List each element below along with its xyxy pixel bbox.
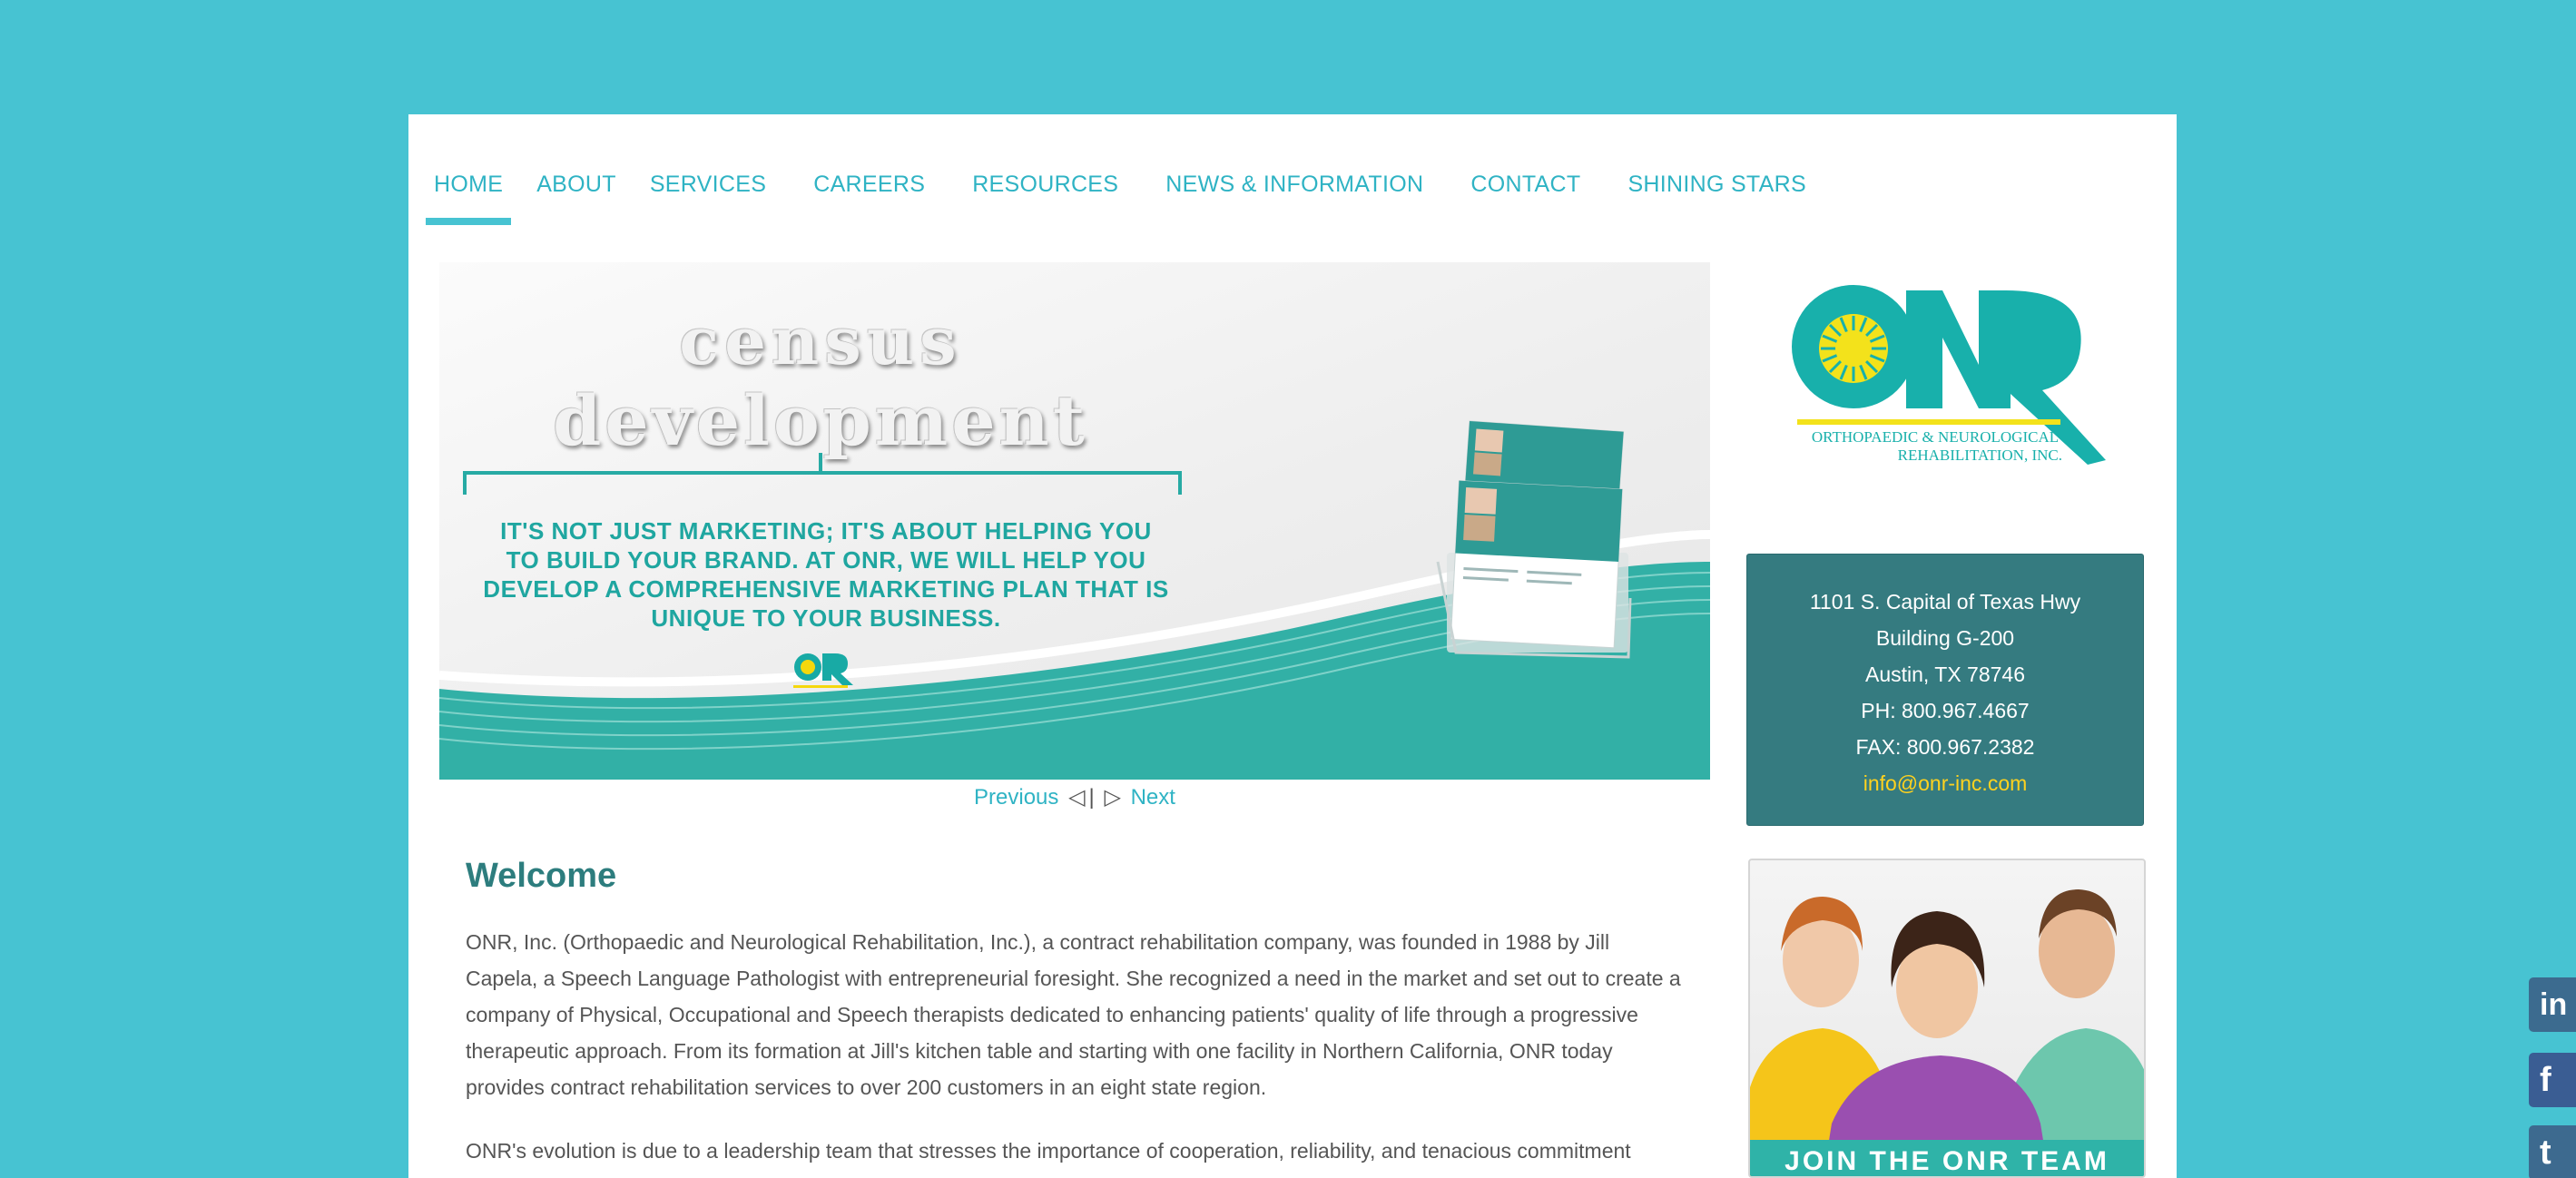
nav-careers[interactable]: CAREERS: [805, 171, 933, 225]
linkedin-icon[interactable]: in: [2529, 977, 2576, 1032]
slider-next-link[interactable]: Next: [1131, 785, 1175, 810]
nav-home[interactable]: HOME: [426, 171, 512, 225]
welcome-heading: Welcome: [466, 857, 617, 895]
address-line2: Building G-200: [1875, 626, 2015, 650]
slider-separator: |: [1088, 785, 1095, 810]
onr-logo[interactable]: ORTHOPAEDIC & NEUROLOGICAL REHABILITATIO…: [1788, 283, 2115, 474]
logo-line1: ORTHOPAEDIC & NEUROLOGICAL: [1812, 428, 2059, 446]
email-link[interactable]: info@onr-inc.com: [1747, 765, 2143, 801]
slider-previous-link[interactable]: Previous: [974, 785, 1058, 810]
team-photo: [1750, 889, 2144, 1176]
hero-slider[interactable]: census development IT'S NOT JUST MARKETI…: [439, 262, 1710, 780]
slide-title-line1: census: [679, 302, 962, 379]
onr-mini-logo: [793, 653, 853, 688]
bracket-stem: [819, 453, 822, 473]
join-team-text: JOIN THE ONR TEAM: [1750, 1140, 2144, 1176]
join-team-banner[interactable]: JOIN THE ONR TEAM: [1748, 859, 2146, 1178]
slider-controls: Previous ◁ | ▷ Next: [439, 784, 1710, 810]
address-line3: Austin, TX 78746: [1864, 663, 2026, 686]
slide-body-text: IT'S NOT JUST MARKETING; IT'S ABOUT HELP…: [483, 517, 1169, 632]
welcome-paragraph-2: ONR's evolution is due to a leadership t…: [466, 1139, 1631, 1163]
nav-shining-stars[interactable]: SHINING STARS: [1619, 171, 1814, 225]
address-line1: 1101 S. Capital of Texas Hwy: [1809, 590, 2081, 614]
facebook-icon[interactable]: f: [2529, 1053, 2576, 1107]
nav-about[interactable]: ABOUT: [528, 171, 624, 225]
bracket: [463, 471, 1182, 495]
slide-title-line2: development: [553, 380, 1088, 461]
phone-number: PH: 800.967.4667: [1861, 699, 2030, 722]
twitter-icon[interactable]: t: [2529, 1125, 2576, 1178]
nav-resources[interactable]: RESOURCES: [964, 171, 1126, 225]
brochure-image: [1436, 420, 1632, 659]
welcome-text: ONR, Inc. (Orthopaedic and Neurological …: [466, 924, 1682, 1178]
page-container: HOME ABOUT SERVICES CAREERS RESOURCES NE…: [408, 114, 2177, 1178]
next-arrow-icon[interactable]: ▷: [1100, 785, 1124, 810]
main-nav: HOME ABOUT SERVICES CAREERS RESOURCES NE…: [426, 171, 1832, 225]
previous-arrow-icon[interactable]: ◁: [1065, 785, 1088, 810]
fax-number: FAX: 800.967.2382: [1855, 735, 2035, 759]
nav-services[interactable]: SERVICES: [642, 171, 774, 225]
nav-contact[interactable]: CONTACT: [1462, 171, 1588, 225]
nav-news-information[interactable]: NEWS & INFORMATION: [1157, 171, 1431, 225]
welcome-paragraph-1: ONR, Inc. (Orthopaedic and Neurological …: [466, 930, 1681, 1099]
contact-info-box: 1101 S. Capital of Texas Hwy Building G-…: [1746, 554, 2144, 826]
logo-line2: REHABILITATION, INC.: [1898, 447, 2062, 464]
